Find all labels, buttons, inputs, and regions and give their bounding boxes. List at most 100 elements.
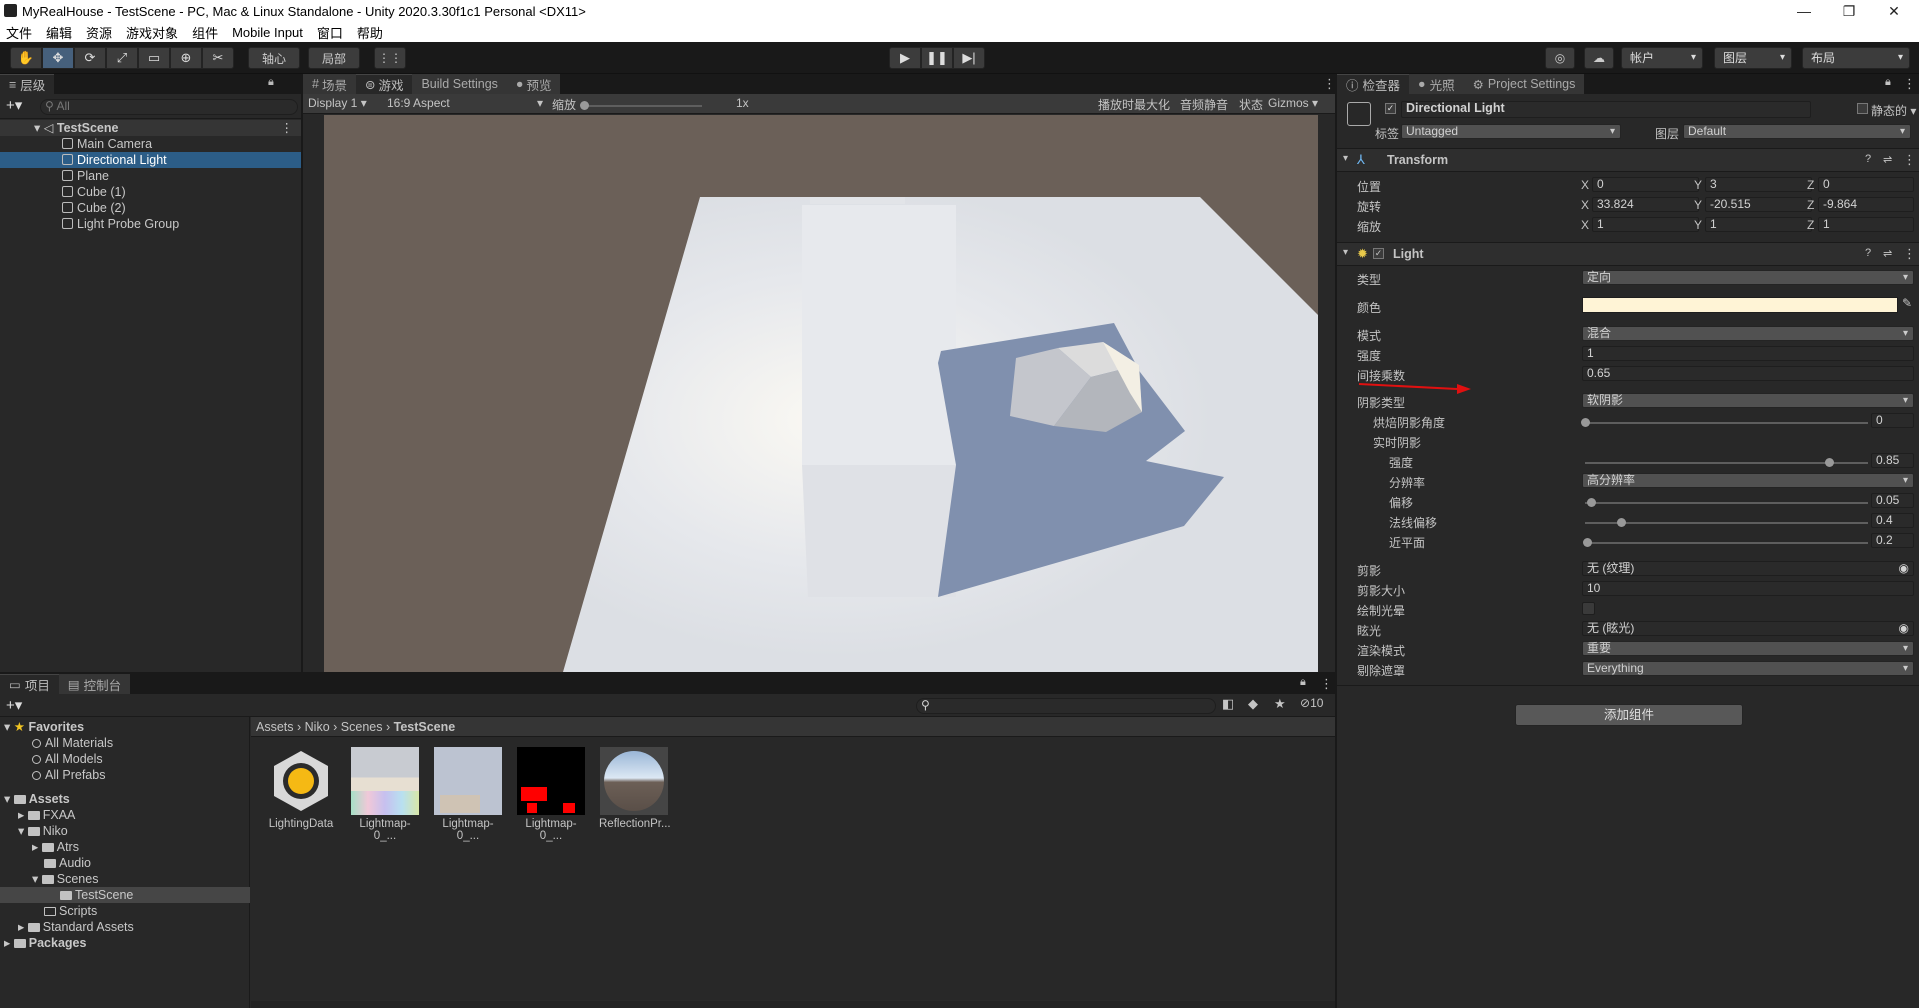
strength-slider-knob[interactable]: [1825, 458, 1834, 467]
list-item[interactable]: Light Probe Group: [0, 216, 301, 232]
normal-bias-slider-knob[interactable]: [1617, 518, 1626, 527]
normal-bias-slider-track[interactable]: [1585, 522, 1868, 524]
list-item[interactable]: ▸ Atrs: [0, 839, 79, 855]
menu-gameobject[interactable]: 游戏对象: [126, 23, 178, 42]
grid-snap-icon[interactable]: ⋮⋮: [374, 47, 406, 69]
tab-build-settings[interactable]: Build Settings: [412, 74, 507, 94]
indirect-multiplier-field[interactable]: 0.65: [1582, 366, 1914, 381]
tab-console[interactable]: ▤ 控制台: [58, 674, 131, 694]
menu-assets[interactable]: 资源: [86, 23, 112, 42]
layout-dropdown[interactable]: 布局: [1802, 47, 1910, 69]
list-item[interactable]: Scripts: [0, 903, 97, 919]
aspect-dropdown[interactable]: 16:9 Aspect ▾: [387, 96, 543, 110]
near-plane-slider-track[interactable]: [1585, 542, 1868, 544]
position-y-field[interactable]: 3: [1705, 177, 1812, 192]
menu-edit[interactable]: 编辑: [46, 23, 72, 42]
local-toggle[interactable]: 局部: [308, 47, 360, 69]
hierarchy-search-input[interactable]: ⚲ All: [40, 99, 298, 115]
create-asset-button[interactable]: +▾: [6, 696, 22, 714]
position-z-field[interactable]: 0: [1818, 177, 1914, 192]
tab-game[interactable]: ⊜ 游戏: [355, 74, 413, 94]
tab-hierarchy[interactable]: ≡ 层级: [0, 74, 55, 94]
minimize-button[interactable]: —: [1781, 0, 1827, 22]
scene-menu-icon[interactable]: ⋮: [281, 120, 294, 136]
tab-scene[interactable]: # 场景: [303, 74, 356, 94]
light-enabled-checkbox[interactable]: ✓: [1373, 248, 1384, 259]
bias-slider-track[interactable]: [1585, 502, 1868, 504]
static-checkbox[interactable]: [1857, 103, 1868, 114]
baked-angle-slider-track[interactable]: [1585, 422, 1868, 424]
menu-file[interactable]: 文件: [6, 23, 32, 42]
list-item[interactable]: ▸ FXAA: [0, 807, 75, 823]
type-dropdown[interactable]: 定向: [1582, 270, 1914, 285]
active-checkbox[interactable]: ✓: [1385, 103, 1396, 114]
pause-icon[interactable]: ❚❚: [921, 47, 953, 69]
panel-menu-icon[interactable]: ⋮: [1903, 76, 1916, 92]
cloud-icon[interactable]: ☁: [1584, 47, 1614, 69]
favorites-row[interactable]: ▾ ★ Favorites: [0, 719, 84, 735]
list-item[interactable]: ▾ Niko: [0, 823, 68, 839]
maximize-on-play-toggle[interactable]: 播放时最大化: [1098, 96, 1170, 113]
tab-project[interactable]: ▭ 项目: [0, 674, 59, 694]
hand-tool-icon[interactable]: ✋: [10, 47, 42, 69]
list-item[interactable]: Cube (1): [0, 184, 301, 200]
near-plane-slider-knob[interactable]: [1583, 538, 1592, 547]
panel-menu-icon[interactable]: ⋮: [1320, 676, 1333, 692]
scene-row[interactable]: ▾ ◁ TestScene ⋮: [0, 120, 301, 136]
static-label[interactable]: 静态的 ▾: [1871, 102, 1916, 119]
assets-row[interactable]: ▾ Assets: [0, 791, 70, 807]
draw-halo-checkbox[interactable]: [1582, 602, 1595, 615]
component-menu-icon[interactable]: ⋮: [1903, 152, 1916, 168]
mode-dropdown[interactable]: 混合: [1582, 326, 1914, 341]
asset-tile[interactable]: Lightmap-0_...: [350, 747, 420, 842]
tab-lighting[interactable]: ● 光照: [1409, 74, 1464, 94]
game-render-view[interactable]: [324, 115, 1318, 672]
component-menu-icon[interactable]: ⋮: [1903, 246, 1916, 262]
layers-dropdown[interactable]: 图层: [1714, 47, 1792, 69]
packages-row[interactable]: ▸ Packages: [0, 935, 86, 951]
cookie-field[interactable]: 无 (纹理) ◉: [1582, 561, 1914, 576]
help-icon[interactable]: ?: [1865, 247, 1871, 259]
tab-project-settings[interactable]: ⚙ Project Settings: [1463, 74, 1585, 94]
flare-field[interactable]: 无 (眩光) ◉: [1582, 621, 1914, 636]
project-search-input[interactable]: ⚲: [916, 698, 1216, 714]
help-icon[interactable]: ?: [1865, 153, 1871, 165]
eyedropper-icon[interactable]: ✎: [1902, 296, 1912, 310]
color-swatch[interactable]: [1582, 297, 1898, 313]
scale-tool-icon[interactable]: ⤢: [106, 47, 138, 69]
scale-z-field[interactable]: 1: [1818, 217, 1914, 232]
menu-mobile-input[interactable]: Mobile Input: [232, 25, 303, 40]
intensity-field[interactable]: 1: [1582, 346, 1914, 361]
preset-icon[interactable]: ⇌: [1883, 153, 1892, 166]
menu-component[interactable]: 组件: [192, 23, 218, 42]
filter-label-icon[interactable]: ◆: [1248, 696, 1258, 712]
close-button[interactable]: ✕: [1871, 0, 1917, 22]
rotation-z-field[interactable]: -9.864: [1818, 197, 1914, 212]
object-picker-icon[interactable]: ◉: [1899, 562, 1909, 575]
render-mode-dropdown[interactable]: 重要: [1582, 641, 1914, 656]
filter-type-icon[interactable]: ◧: [1222, 696, 1234, 712]
menu-window[interactable]: 窗口: [317, 23, 343, 42]
list-item-selected[interactable]: TestScene: [0, 887, 250, 903]
list-item[interactable]: All Models: [0, 751, 103, 767]
list-item[interactable]: All Materials: [0, 735, 113, 751]
light-header[interactable]: ▾ ✹ ✓ Light ? ⇌ ⋮: [1337, 242, 1919, 266]
asset-tile[interactable]: LightingData: [266, 747, 336, 830]
collab-icon[interactable]: ◎: [1545, 47, 1575, 69]
display-dropdown[interactable]: Display 1 ▾: [308, 96, 367, 110]
menu-help[interactable]: 帮助: [357, 23, 383, 42]
list-item[interactable]: Cube (2): [0, 200, 301, 216]
lock-icon[interactable]: 🔒︎: [268, 76, 274, 89]
list-item[interactable]: All Prefabs: [0, 767, 105, 783]
transform-tool-icon[interactable]: ⊕: [170, 47, 202, 69]
list-item[interactable]: ▾ Scenes: [0, 871, 98, 887]
normal-bias-field[interactable]: 0.4: [1871, 513, 1914, 528]
near-plane-field[interactable]: 0.2: [1871, 533, 1914, 548]
restore-button[interactable]: ❐: [1826, 0, 1872, 22]
tab-preview[interactable]: ● 预览: [506, 74, 561, 94]
object-picker-icon[interactable]: ◉: [1899, 622, 1909, 635]
bias-field[interactable]: 0.05: [1871, 493, 1914, 508]
move-tool-icon[interactable]: ✥: [42, 47, 74, 69]
list-item[interactable]: ▸ Standard Assets: [0, 919, 134, 935]
breadcrumb-item[interactable]: Scenes: [341, 720, 383, 734]
